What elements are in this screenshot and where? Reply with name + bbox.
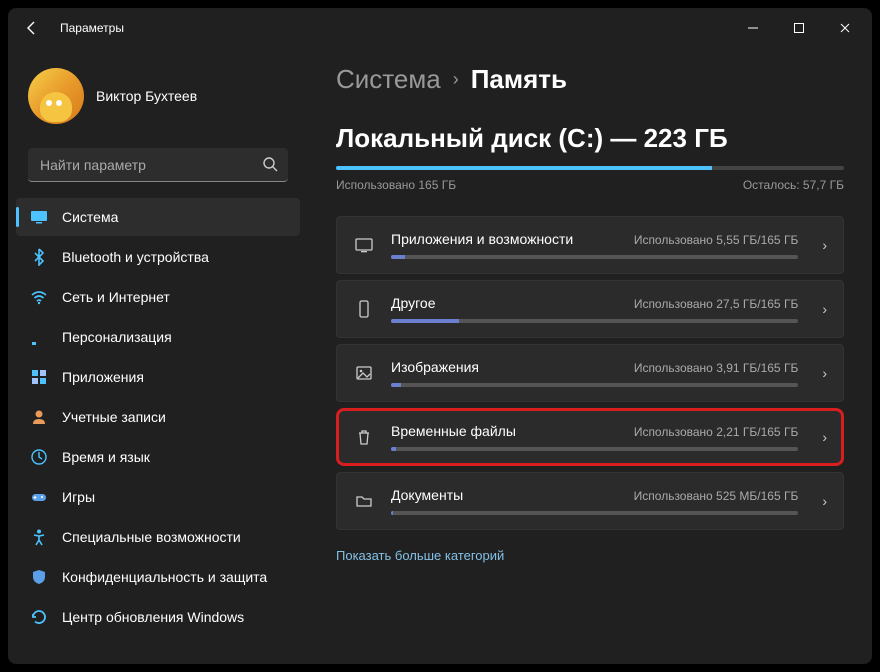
profile-name: Виктор Бухтеев [96,88,197,104]
category-body: Изображения Использовано 3,91 ГБ/165 ГБ [391,359,798,387]
profile-block[interactable]: Виктор Бухтеев [16,60,300,132]
chevron-right-icon: › [822,237,827,253]
nav-label: Персонализация [62,329,172,345]
category-documents[interactable]: Документы Использовано 525 МБ/165 ГБ › [336,472,844,530]
category-usage: Использовано 27,5 ГБ/165 ГБ [634,297,799,311]
chevron-right-icon: › [822,365,827,381]
nav-item-apps[interactable]: Приложения [16,358,300,396]
nav-label: Сеть и Интернет [62,289,170,305]
category-other[interactable]: Другое Использовано 27,5 ГБ/165 ГБ › [336,280,844,338]
clock-globe-icon [30,448,48,466]
show-more-link[interactable]: Показать больше категорий [336,548,504,563]
apps-icon [353,234,375,256]
nav-label: Bluetooth и устройства [62,249,209,265]
titlebar: Параметры [8,8,872,48]
nav-item-system[interactable]: Система [16,198,300,236]
category-usage: Использовано 525 МБ/165 ГБ [634,489,799,503]
category-body: Документы Использовано 525 МБ/165 ГБ [391,487,798,515]
category-usage: Использовано 2,21 ГБ/165 ГБ [634,425,799,439]
category-label: Изображения [391,359,479,375]
gamepad-icon [30,488,48,506]
app-title: Параметры [60,21,124,35]
chevron-right-icon: › [822,493,827,509]
disk-stats: Использовано 165 ГБ Осталось: 57,7 ГБ [336,178,844,192]
minimize-button[interactable] [730,8,776,48]
category-body: Приложения и возможности Использовано 5,5… [391,231,798,259]
update-icon [30,608,48,626]
nav-item-accessibility[interactable]: Специальные возможности [16,518,300,556]
breadcrumb-current: Память [471,64,567,95]
chevron-right-icon: › [822,301,827,317]
grid-icon [30,368,48,386]
disk-usage-bar [336,166,844,170]
image-icon [353,362,375,384]
folder-icon [353,490,375,512]
category-label: Документы [391,487,463,503]
category-temp-files[interactable]: Временные файлы Использовано 2,21 ГБ/165 … [336,408,844,466]
category-apps[interactable]: Приложения и возможности Использовано 5,5… [336,216,844,274]
trash-icon [353,426,375,448]
breadcrumb-parent[interactable]: Система [336,64,441,95]
chevron-right-icon: › [822,429,827,445]
brush-icon [30,328,48,346]
nav-label: Система [62,209,118,225]
disk-free-label: Осталось: 57,7 ГБ [743,178,844,192]
bluetooth-icon [30,248,48,266]
display-icon [30,208,48,226]
category-label: Приложения и возможности [391,231,573,247]
nav-item-privacy[interactable]: Конфиденциальность и защита [16,558,300,596]
close-button[interactable] [822,8,868,48]
search-input[interactable] [28,148,288,182]
category-usage: Использовано 5,55 ГБ/165 ГБ [634,233,799,247]
category-images[interactable]: Изображения Использовано 3,91 ГБ/165 ГБ › [336,344,844,402]
nav-item-personalization[interactable]: Персонализация [16,318,300,356]
nav-item-network[interactable]: Сеть и Интернет [16,278,300,316]
search-wrap [28,148,288,182]
window-controls [730,8,868,48]
nav-label: Специальные возможности [62,529,241,545]
main-content: Система › Память Локальный диск (C:) — 2… [308,48,872,664]
disk-fill [336,166,712,170]
category-label: Другое [391,295,435,311]
nav-item-gaming[interactable]: Игры [16,478,300,516]
nav-item-bluetooth[interactable]: Bluetooth и устройства [16,238,300,276]
nav-label: Игры [62,489,95,505]
phone-icon [353,298,375,320]
back-button[interactable] [12,8,52,48]
nav-label: Приложения [62,369,144,385]
settings-window: Параметры Виктор Бухтеев [8,8,872,664]
category-body: Другое Использовано 27,5 ГБ/165 ГБ [391,295,798,323]
nav-item-time-language[interactable]: Время и язык [16,438,300,476]
window-body: Виктор Бухтеев Система Bluetooth и устро… [8,48,872,664]
disk-title: Локальный диск (C:) — 223 ГБ [336,123,844,154]
accessibility-icon [30,528,48,546]
nav-item-accounts[interactable]: Учетные записи [16,398,300,436]
maximize-button[interactable] [776,8,822,48]
category-label: Временные файлы [391,423,516,439]
nav-label: Время и язык [62,449,150,465]
breadcrumb: Система › Память [336,64,844,95]
chevron-right-icon: › [453,69,459,90]
nav-label: Центр обновления Windows [62,609,244,625]
sidebar: Виктор Бухтеев Система Bluetooth и устро… [8,48,308,664]
nav-label: Конфиденциальность и защита [62,569,267,585]
disk-used-label: Использовано 165 ГБ [336,178,456,192]
wifi-icon [30,288,48,306]
nav-label: Учетные записи [62,409,166,425]
category-usage: Использовано 3,91 ГБ/165 ГБ [634,361,799,375]
search-icon [262,156,278,172]
profile-info: Виктор Бухтеев [96,88,197,104]
shield-icon [30,568,48,586]
nav-list: Система Bluetooth и устройства Сеть и Ин… [16,198,300,636]
category-body: Временные файлы Использовано 2,21 ГБ/165 … [391,423,798,451]
nav-item-windows-update[interactable]: Центр обновления Windows [16,598,300,636]
avatar [28,68,84,124]
user-icon [30,408,48,426]
